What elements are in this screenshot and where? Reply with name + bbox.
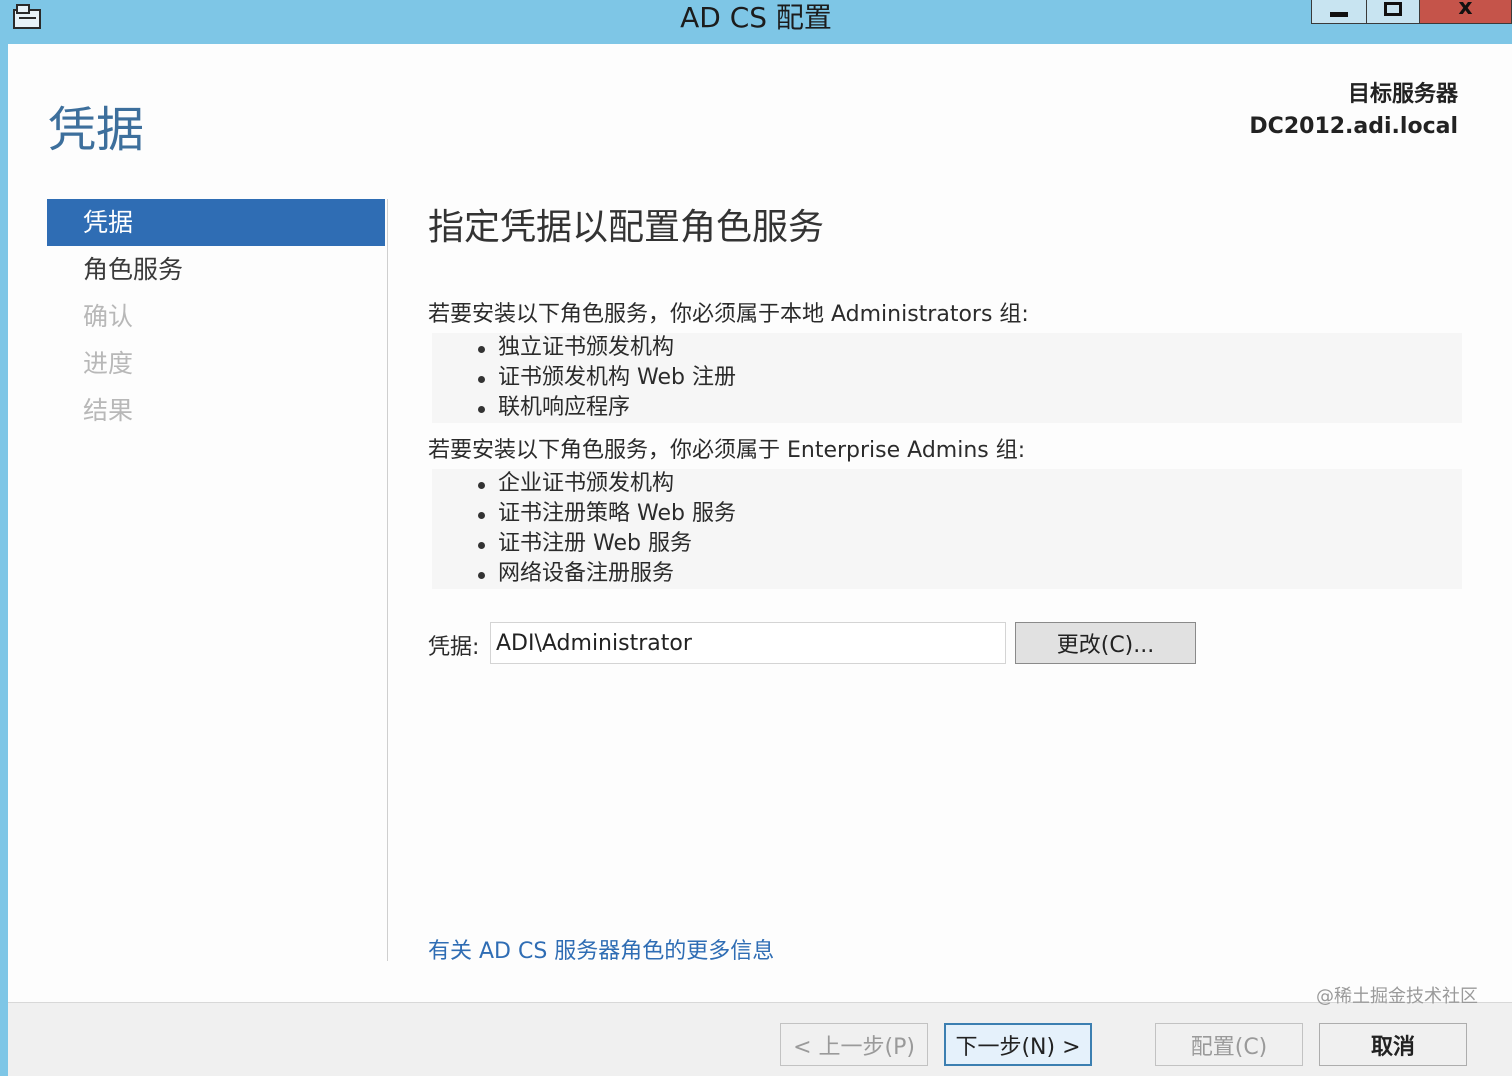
previous-button[interactable]: < 上一步(P) xyxy=(780,1023,928,1066)
maximize-icon xyxy=(1384,1,1402,16)
more-info-link[interactable]: 有关 AD CS 服务器角色的更多信息 xyxy=(428,933,774,965)
group1-intro: 若要安装以下角色服务，你必须属于本地 Administrators 组: xyxy=(428,302,1029,327)
group1-role-list: 独立证书颁发机构 证书颁发机构 Web 注册 联机响应程序 xyxy=(432,333,1462,423)
sidebar-item-progress: 进度 xyxy=(83,349,134,378)
window-title: AD CS 配置 xyxy=(680,1,832,34)
close-icon: x xyxy=(1458,0,1473,20)
sidebar-divider xyxy=(387,199,388,961)
group2-role-list: 企业证书颁发机构 证书注册策略 Web 服务 证书注册 Web 服务 网络设备注… xyxy=(432,469,1462,589)
target-server-label: 目标服务器 xyxy=(1347,82,1458,107)
credentials-label: 凭据: xyxy=(428,635,480,660)
close-button[interactable]: x xyxy=(1419,0,1512,24)
minimize-icon xyxy=(1330,12,1348,17)
wizard-footer: < 上一步(P) 下一步(N) > 配置(C) 取消 xyxy=(8,1002,1512,1076)
cancel-button[interactable]: 取消 xyxy=(1319,1023,1467,1066)
group2-intro: 若要安装以下角色服务，你必须属于 Enterprise Admins 组: xyxy=(428,438,1026,463)
list-item: 联机响应程序 xyxy=(432,393,1462,423)
list-item: 证书注册策略 Web 服务 xyxy=(432,499,1462,529)
watermark: @稀土掘金技术社区 xyxy=(1316,986,1478,1007)
change-credentials-button[interactable]: 更改(C)... xyxy=(1015,622,1196,664)
minimize-button[interactable] xyxy=(1311,0,1367,24)
page-title: 凭据 xyxy=(48,102,145,158)
credentials-field[interactable] xyxy=(490,622,1006,664)
list-item: 证书注册 Web 服务 xyxy=(432,529,1462,559)
main-heading: 指定凭据以配置角色服务 xyxy=(428,207,825,248)
next-button[interactable]: 下一步(N) > xyxy=(944,1023,1092,1066)
sidebar-item-confirmation: 确认 xyxy=(83,302,134,331)
wizard-steps-nav: 凭据 角色服务 确认 进度 结果 xyxy=(47,199,385,434)
wizard-client-area: 凭据 目标服务器 DC2012.adi.local 凭据 角色服务 确认 进度 … xyxy=(8,44,1512,1076)
target-server-value: DC2012.adi.local xyxy=(1249,114,1458,139)
list-item: 证书颁发机构 Web 注册 xyxy=(432,363,1462,393)
maximize-button[interactable] xyxy=(1366,0,1420,24)
sidebar-item-role-services[interactable]: 角色服务 xyxy=(47,246,385,293)
sidebar-item-results: 结果 xyxy=(83,396,134,425)
list-item: 网络设备注册服务 xyxy=(432,559,1462,589)
list-item: 独立证书颁发机构 xyxy=(432,333,1462,363)
title-bar: AD CS 配置 x xyxy=(0,0,1512,44)
sidebar-item-credentials[interactable]: 凭据 xyxy=(47,199,385,246)
list-item: 企业证书颁发机构 xyxy=(432,469,1462,499)
configure-button[interactable]: 配置(C) xyxy=(1155,1023,1303,1066)
